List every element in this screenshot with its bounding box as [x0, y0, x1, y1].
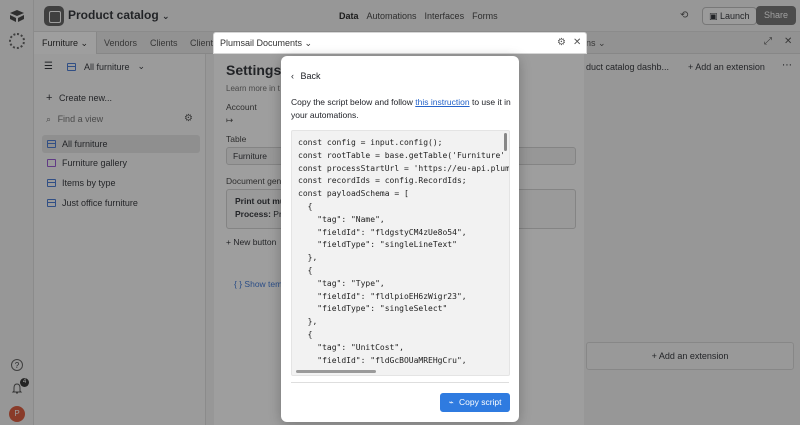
back-button[interactable]: ‹ Back — [291, 71, 321, 81]
vertical-scrollbar[interactable] — [504, 133, 507, 151]
chevron-down-icon: ⌄ — [304, 38, 313, 48]
back-label: Back — [300, 71, 321, 81]
script-code[interactable]: const config = input.config(); const roo… — [298, 137, 509, 367]
plumsail-window-bar: Plumsail Documents ⌄ ⚙ ✕ — [213, 32, 587, 54]
modal-intro-text: Copy the script below and follow this in… — [291, 96, 515, 122]
horizontal-scrollbar[interactable] — [296, 370, 376, 373]
copy-script-button[interactable]: ⌁ Copy script — [440, 393, 510, 412]
script-code-box[interactable]: const config = input.config(); const roo… — [291, 130, 510, 376]
instruction-link[interactable]: this instruction — [415, 97, 469, 107]
copy-script-modal: ‹ Back Copy the script below and follow … — [281, 56, 519, 422]
link-icon: ⌁ — [448, 397, 454, 407]
close-icon[interactable]: ✕ — [573, 37, 581, 48]
plumsail-title-label: Plumsail Documents — [220, 38, 303, 48]
plumsail-window-title[interactable]: Plumsail Documents ⌄ — [220, 38, 312, 49]
copy-script-label: Copy script — [458, 397, 502, 407]
intro-text-before: Copy the script below and follow — [291, 97, 416, 107]
gear-icon[interactable]: ⚙ — [557, 37, 566, 48]
chevron-left-icon: ‹ — [291, 71, 294, 81]
modal-divider — [291, 382, 509, 383]
